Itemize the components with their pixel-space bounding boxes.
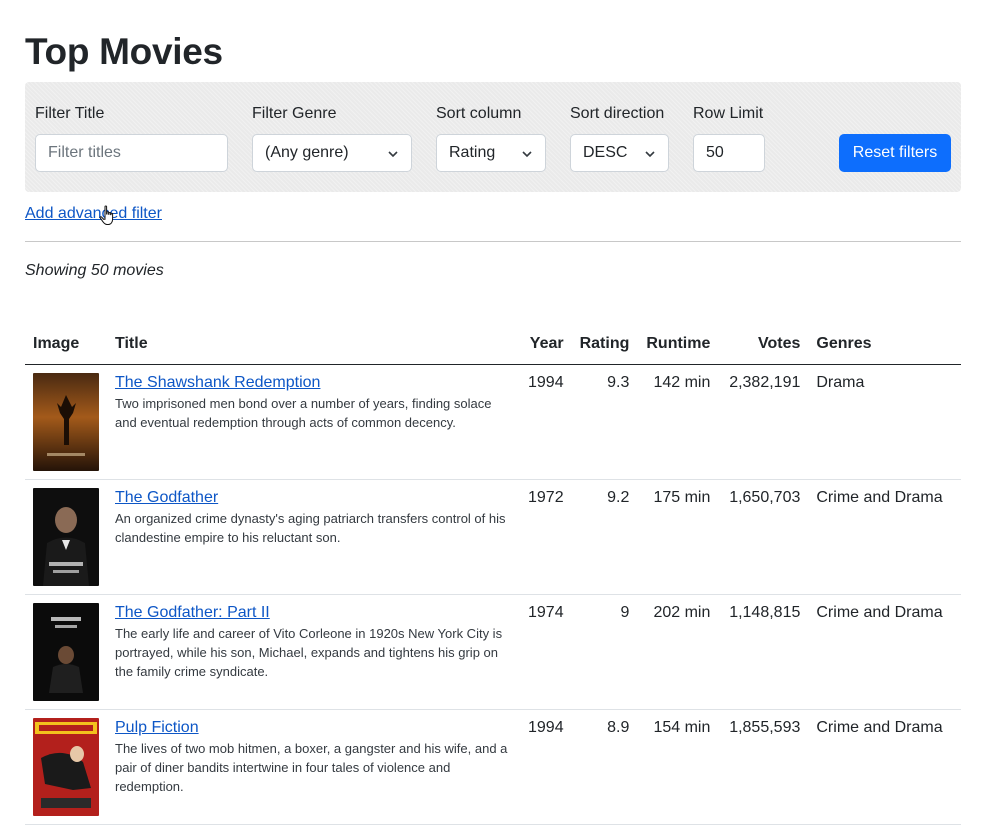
results-count: Showing 50 movies [25,262,164,279]
runtime-cell: 175 min [637,479,719,595]
table-row: The Shawshank Redemption Two imprisoned … [25,364,961,480]
table-row: Pulp Fiction The lives of two mob hitmen… [25,709,961,825]
genres-cell: Crime and Drama [808,479,961,595]
filter-panel: Filter Title Filter titles Filter Genre … [25,82,961,192]
add-advanced-filter-link[interactable]: Add advanced filter [25,204,162,224]
sort-direction-select[interactable]: DESC [570,134,669,172]
movie-description: The early life and career of Vito Corleo… [115,625,503,679]
image-cell [25,594,107,710]
chevron-down-icon [522,151,532,158]
votes-cell: 1,650,703 [718,479,809,595]
movie-poster-image [33,717,99,816]
year-cell: 1994 [520,709,572,825]
reset-filters-button[interactable]: Reset filters [839,134,951,172]
votes-cell: 1,148,815 [718,594,809,710]
image-cell [25,479,107,595]
row-limit-input[interactable]: 50 [693,134,765,172]
title-cell: The Godfather An organized crime dynasty… [107,479,520,595]
header-image[interactable]: Image [25,324,107,365]
row-limit-group: Row Limit [693,105,763,123]
year-cell: 1994 [520,364,572,480]
movie-description: An organized crime dynasty's aging patri… [115,510,506,545]
movie-title-link[interactable]: The Godfather: Part II [115,604,270,621]
runtime-cell: 202 min [637,594,719,710]
votes-cell: 2,382,191 [718,364,809,480]
header-title[interactable]: Title [107,324,520,365]
title-cell: Pulp Fiction The lives of two mob hitmen… [107,709,520,825]
image-cell [25,709,107,825]
movie-description: The lives of two mob hitmen, a boxer, a … [115,740,508,794]
movie-poster-image [33,602,99,701]
sort-column-group: Sort column [436,105,521,123]
rating-cell: 9.2 [571,479,638,595]
filter-title-label: Filter Title [35,105,105,122]
filter-genre-select[interactable]: (Any genre) [252,134,412,172]
movie-description: Two imprisoned men bond over a number of… [115,395,492,430]
table-header-row: Image Title Year Rating Runtime Votes Ge… [25,324,961,365]
sort-direction-label: Sort direction [570,105,665,122]
header-votes[interactable]: Votes [718,324,809,365]
rating-cell: 8.9 [571,709,638,825]
movie-title-link[interactable]: Pulp Fiction [115,719,199,736]
votes-cell: 1,855,593 [718,709,809,825]
genres-cell: Crime and Drama [808,709,961,825]
movies-table: Image Title Year Rating Runtime Votes Ge… [25,324,961,825]
rating-cell: 9 [571,594,638,710]
genres-cell: Drama [808,364,961,480]
page-title: Top Movies [25,31,223,72]
divider [25,241,961,242]
movie-title-link[interactable]: The Godfather [115,489,218,506]
header-runtime[interactable]: Runtime [637,324,719,365]
filter-genre-value: (Any genre) [265,144,349,161]
rating-cell: 9.3 [571,364,638,480]
filter-title-group: Filter Title [35,105,104,123]
sort-column-value: Rating [449,144,496,161]
table-row: The Godfather: Part II The early life an… [25,594,961,710]
movie-poster-image [33,372,99,471]
table-row: The Godfather An organized crime dynasty… [25,479,961,595]
title-cell: The Shawshank Redemption Two imprisoned … [107,364,520,480]
row-limit-label: Row Limit [693,105,764,122]
filter-title-input[interactable]: Filter titles [35,134,228,172]
title-cell: The Godfather: Part II The early life an… [107,594,520,710]
runtime-cell: 142 min [637,364,719,480]
movie-poster-image [33,487,99,586]
sort-column-label: Sort column [436,105,522,122]
sort-direction-value: DESC [583,144,628,161]
runtime-cell: 154 min [637,709,719,825]
year-cell: 1974 [520,594,572,710]
header-year[interactable]: Year [520,324,572,365]
header-rating[interactable]: Rating [571,324,638,365]
image-cell [25,364,107,480]
page: Top Movies Filter Title Filter titles Fi… [0,0,986,281]
chevron-down-icon [645,151,655,158]
sort-column-select[interactable]: Rating [436,134,546,172]
genres-cell: Crime and Drama [808,594,961,710]
movie-title-link[interactable]: The Shawshank Redemption [115,374,320,391]
sort-direction-group: Sort direction [570,105,664,123]
year-cell: 1972 [520,479,572,595]
chevron-down-icon [388,151,398,158]
header-genres[interactable]: Genres [808,324,961,365]
hand-pointer-icon [99,205,114,225]
filter-genre-group: Filter Genre [252,105,336,123]
filter-genre-label: Filter Genre [252,105,337,122]
